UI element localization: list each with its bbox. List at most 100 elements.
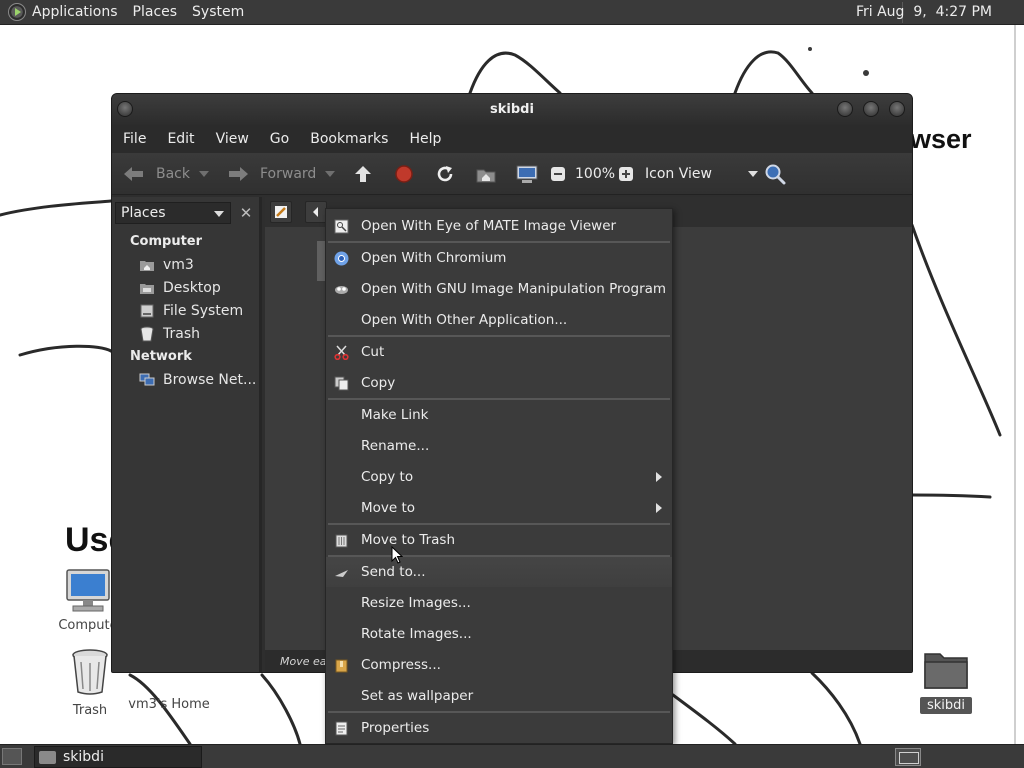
sidebar-selector[interactable]: Places [115,202,231,224]
places-menu[interactable]: Places [133,4,178,20]
sidebar-item-label: File System [163,303,244,319]
menu-item-label: Copy [361,375,396,391]
window-menu-button[interactable] [117,101,133,117]
menu-view[interactable]: View [216,131,249,147]
copy-icon [334,376,349,391]
toggle-location-button[interactable] [270,201,292,223]
sidebar-item-desktop[interactable]: Desktop [139,278,221,298]
forward-button[interactable]: Forward [226,153,316,195]
menu-item-open-with-chromium[interactable]: Open With Chromium [326,243,672,273]
menu-item-rotate-images[interactable]: Rotate Images... [326,619,672,649]
menu-file[interactable]: File [123,131,146,147]
forward-label: Forward [260,166,317,182]
back-label: Back [156,166,190,182]
sidebar-item-file-system[interactable]: File System [139,301,243,321]
menu-edit[interactable]: Edit [167,131,194,147]
workspace-switcher[interactable] [895,748,921,766]
up-arrow-icon [355,166,371,182]
menu-item-cut[interactable]: Cut [326,337,672,367]
back-history-dropdown[interactable] [199,153,209,195]
taskbar-item-skibdi[interactable]: skibdi [34,746,202,768]
search-button[interactable] [764,153,786,195]
desktop-icon-trash[interactable]: Trash [64,648,116,718]
menu-item-label: Open With GNU Image Manipulation Program [361,281,667,297]
sidebar: Places ✕ Computer vm3 Desktop File Syste… [112,197,262,672]
maximize-button[interactable] [863,101,879,117]
menu-item-properties[interactable]: Properties [326,713,672,743]
applications-menu[interactable]: Applications [32,4,118,20]
close-button[interactable] [889,101,905,117]
desktop-icon-home[interactable]: vm3's Home [128,673,210,712]
menu-item-make-link[interactable]: Make Link [326,400,672,430]
home-button[interactable] [475,153,497,195]
submenu-arrow-icon [656,503,662,513]
menu-item-set-as-wallpaper[interactable]: Set as wallpaper [326,681,672,711]
mouse-cursor-icon [391,546,403,564]
menu-item-copy-to[interactable]: Copy to [326,462,672,492]
bottom-panel: skibdi [0,744,1024,768]
view-mode-select[interactable]: Icon View [645,153,758,195]
menu-item-open-with-eom[interactable]: Open With Eye of MATE Image Viewer [326,211,672,241]
view-mode-label: Icon View [645,166,712,182]
window-title: skibdi [490,102,534,117]
drive-icon [140,304,154,318]
menu-bookmarks[interactable]: Bookmarks [310,131,388,147]
reload-button[interactable] [435,153,455,195]
zoom-in-icon [619,167,633,181]
edit-icon [275,206,287,218]
menu-go[interactable]: Go [270,131,289,147]
menu-item-move-to[interactable]: Move to [326,493,672,523]
menu-item-send-to[interactable]: Send to... [326,557,672,587]
menu-item-label: Move to Trash [361,532,456,548]
computer-button[interactable] [515,153,539,195]
menu-item-resize-images[interactable]: Resize Images... [326,588,672,618]
menu-item-label: Set as wallpaper [361,688,474,704]
menu-item-rename[interactable]: Rename... [326,431,672,461]
sidebar-selector-label: Places [121,205,166,221]
desktop-icon-label: skibdi [920,697,972,714]
gimp-icon [335,286,348,294]
menu-item-label: Rotate Images... [361,626,472,642]
archive-icon [335,659,348,673]
window-titlebar[interactable]: skibdi [112,94,912,125]
desktop-icon-computer[interactable]: Compute [58,568,118,633]
menubar: File Edit View Go Bookmarks Help [112,125,912,153]
sidebar-item-label: Desktop [163,280,221,296]
menu-item-label: Properties [361,720,430,736]
zoom-out-button[interactable] [550,153,566,195]
menu-item-copy[interactable]: Copy [326,368,672,398]
mate-menu-logo-icon[interactable] [8,3,26,21]
zoom-in-button[interactable] [618,153,634,195]
show-desktop-button[interactable] [2,748,22,765]
menu-item-compress[interactable]: Compress... [326,650,672,680]
back-button[interactable]: Back [122,153,190,195]
folder-icon [39,750,56,764]
menu-item-open-with-gimp[interactable]: Open With GNU Image Manipulation Program [326,274,672,304]
clock[interactable]: Fri Aug 9, 4:27 PM [856,4,992,20]
zoom-level[interactable]: 100% [575,153,615,195]
sidebar-item-vm3[interactable]: vm3 [139,255,194,275]
desktop-icon-skibdi[interactable]: skibdi [920,648,972,714]
system-menu[interactable]: System [192,4,244,20]
sidebar-item-trash[interactable]: Trash [139,324,200,344]
chevron-down-icon [214,211,224,217]
sidebar-item-browse-network[interactable]: Browse Net... [139,370,256,390]
stop-button[interactable] [394,153,414,195]
menu-item-move-to-trash[interactable]: Move to Trash [326,525,672,555]
sidebar-section-computer: Computer [130,234,203,249]
menu-item-open-with-other[interactable]: Open With Other Application... [326,305,672,335]
folder-icon [924,653,968,689]
path-scroll-left-button[interactable] [305,201,327,223]
up-button[interactable] [353,153,373,195]
computer-icon [516,165,538,183]
dropdown-arrow-icon [747,171,758,177]
dropdown-arrow-icon [199,171,209,177]
minimize-button[interactable] [837,101,853,117]
stop-icon [395,165,413,183]
desktop-icon-label: vm3's Home [128,697,210,712]
close-sidebar-icon[interactable]: ✕ [236,202,256,224]
sidebar-section-network: Network [130,349,192,364]
forward-history-dropdown[interactable] [325,153,335,195]
chevron-left-icon [313,207,318,217]
menu-help[interactable]: Help [409,131,441,147]
